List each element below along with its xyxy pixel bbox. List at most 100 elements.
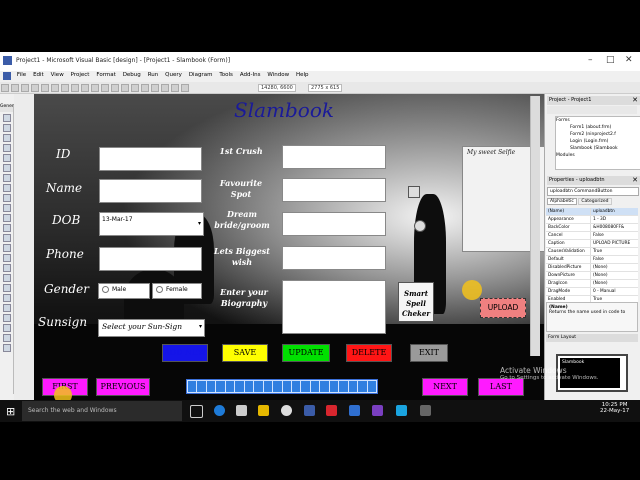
- add-new-button[interactable]: ADD NEW: [162, 344, 208, 362]
- properties-icon[interactable]: [151, 84, 159, 92]
- pointer-tool-icon[interactable]: [3, 114, 11, 122]
- timer-control-icon[interactable]: [414, 220, 426, 232]
- tree-item[interactable]: Login (Login.frm): [556, 138, 640, 145]
- property-value[interactable]: (None): [591, 264, 608, 271]
- save-icon[interactable]: [41, 84, 49, 92]
- menu-project[interactable]: Project: [71, 72, 90, 78]
- chrome-icon[interactable]: [281, 405, 292, 416]
- cut-icon[interactable]: [51, 84, 59, 92]
- add-form-icon[interactable]: [11, 84, 19, 92]
- menu-run[interactable]: Run: [148, 72, 159, 78]
- close-icon[interactable]: ✕: [632, 96, 638, 104]
- property-value[interactable]: (None): [591, 280, 608, 287]
- property-row[interactable]: Caption UPLOAD PICTURE: [546, 240, 638, 248]
- property-value[interactable]: False: [591, 232, 604, 239]
- previous-button[interactable]: PREVIOUS: [96, 378, 150, 396]
- next-button[interactable]: NEXT: [422, 378, 468, 396]
- menu-tools[interactable]: Tools: [219, 72, 233, 78]
- close-icon[interactable]: ✕: [632, 176, 638, 184]
- paste-icon[interactable]: [71, 84, 79, 92]
- store-icon[interactable]: [236, 405, 247, 416]
- property-row[interactable]: Appearance 1 - 3D: [546, 216, 638, 224]
- dropdown-arrow-icon[interactable]: ▾: [199, 320, 202, 334]
- dob-picker[interactable]: 13-Mar-17 ▾: [99, 212, 204, 236]
- menu-file[interactable]: File: [17, 72, 26, 78]
- clock[interactable]: 10:25 PM 22-May-17: [600, 402, 629, 414]
- minimize-icon[interactable]: –: [588, 55, 593, 65]
- menu-window[interactable]: Window: [267, 72, 289, 78]
- project-explorer-icon[interactable]: [141, 84, 149, 92]
- save-button[interactable]: SAVE: [222, 344, 268, 362]
- crush-input[interactable]: [282, 145, 386, 169]
- image-tool-icon[interactable]: [3, 204, 11, 212]
- slambook-form[interactable]: Slambook ID Name DOB Phone Gender Sunsig…: [34, 94, 544, 400]
- tree-item[interactable]: Form2 (ninproject2.f: [556, 131, 640, 138]
- option-tool-icon[interactable]: [3, 244, 11, 252]
- property-value[interactable]: &H008080FF&: [591, 224, 624, 231]
- break-icon[interactable]: [121, 84, 129, 92]
- tree-modules-folder[interactable]: Modules: [556, 152, 640, 159]
- object-browser-icon[interactable]: [171, 84, 179, 92]
- vscroll-tool-icon[interactable]: [3, 264, 11, 272]
- gender-male-radio[interactable]: Male: [98, 283, 150, 299]
- exit-button[interactable]: EXIT: [410, 344, 448, 362]
- add-project-icon[interactable]: [1, 84, 9, 92]
- property-row[interactable]: DownPicture (None): [546, 272, 638, 280]
- spot-input[interactable]: [282, 178, 386, 202]
- redo-icon[interactable]: [101, 84, 109, 92]
- textbox-tool-icon[interactable]: [3, 224, 11, 232]
- word-icon[interactable]: [349, 405, 360, 416]
- property-row[interactable]: Cancel False: [546, 232, 638, 240]
- dropdown-arrow-icon[interactable]: ▾: [198, 217, 201, 231]
- update-button[interactable]: UPDATE: [282, 344, 330, 362]
- property-value[interactable]: False: [591, 256, 604, 263]
- drivelist-tool-icon[interactable]: [3, 274, 11, 282]
- hscroll-tool-icon[interactable]: [3, 164, 11, 172]
- data-tool-icon[interactable]: [3, 304, 11, 312]
- property-value[interactable]: True: [591, 248, 602, 255]
- form-layout-icon[interactable]: [161, 84, 169, 92]
- menu-query[interactable]: Query: [165, 72, 182, 78]
- copy-icon[interactable]: [61, 84, 69, 92]
- close-icon[interactable]: ✕: [625, 55, 633, 65]
- sunsign-combo[interactable]: Select your Sun-Sign ▾: [98, 319, 205, 337]
- ole-tool-icon[interactable]: [3, 214, 11, 222]
- property-row[interactable]: Default False: [546, 256, 638, 264]
- name-input[interactable]: [99, 179, 202, 203]
- progress-tool-icon[interactable]: [3, 324, 11, 332]
- phone-input[interactable]: [99, 247, 202, 271]
- start-icon[interactable]: [111, 84, 119, 92]
- timer-tool-icon[interactable]: [3, 174, 11, 182]
- property-row[interactable]: (Name) uploadbtn: [546, 208, 638, 216]
- menu-view[interactable]: View: [51, 72, 64, 78]
- tab-categorized[interactable]: Categorized: [578, 198, 612, 205]
- property-row[interactable]: BackColor &H008080FF&: [546, 224, 638, 232]
- menu-debug[interactable]: Debug: [123, 72, 141, 78]
- biography-textarea[interactable]: [282, 280, 386, 334]
- toolbox-icon[interactable]: [181, 84, 189, 92]
- skype-icon[interactable]: [396, 405, 407, 416]
- grid-tool-icon[interactable]: [3, 344, 11, 352]
- property-value[interactable]: uploadbtn: [591, 208, 615, 215]
- property-value[interactable]: 1 - 3D: [591, 216, 606, 223]
- end-icon[interactable]: [131, 84, 139, 92]
- app-icon[interactable]: [326, 405, 337, 416]
- taskbar-search[interactable]: Search the web and Windows: [22, 401, 182, 421]
- gender-female-radio[interactable]: Female: [152, 283, 202, 299]
- task-view-icon[interactable]: [190, 405, 203, 418]
- tree-forms-folder[interactable]: Forms: [556, 117, 640, 124]
- menu-addins[interactable]: Add-Ins: [240, 72, 261, 78]
- property-value[interactable]: (None): [591, 272, 608, 279]
- id-input[interactable]: [99, 147, 202, 171]
- undo-icon[interactable]: [91, 84, 99, 92]
- property-row[interactable]: DragIcon (None): [546, 280, 638, 288]
- upload-button[interactable]: UPLOAD: [480, 298, 526, 318]
- calendar-tool-icon[interactable]: [3, 334, 11, 342]
- maximize-icon[interactable]: □: [606, 55, 615, 65]
- filelist-tool-icon[interactable]: [3, 284, 11, 292]
- property-row[interactable]: DragMode 0 - Manual: [546, 288, 638, 296]
- open-icon[interactable]: [31, 84, 39, 92]
- menu-diagram[interactable]: Diagram: [189, 72, 213, 78]
- menu-edit[interactable]: Edit: [33, 72, 44, 78]
- listbox-tool-icon[interactable]: [3, 254, 11, 262]
